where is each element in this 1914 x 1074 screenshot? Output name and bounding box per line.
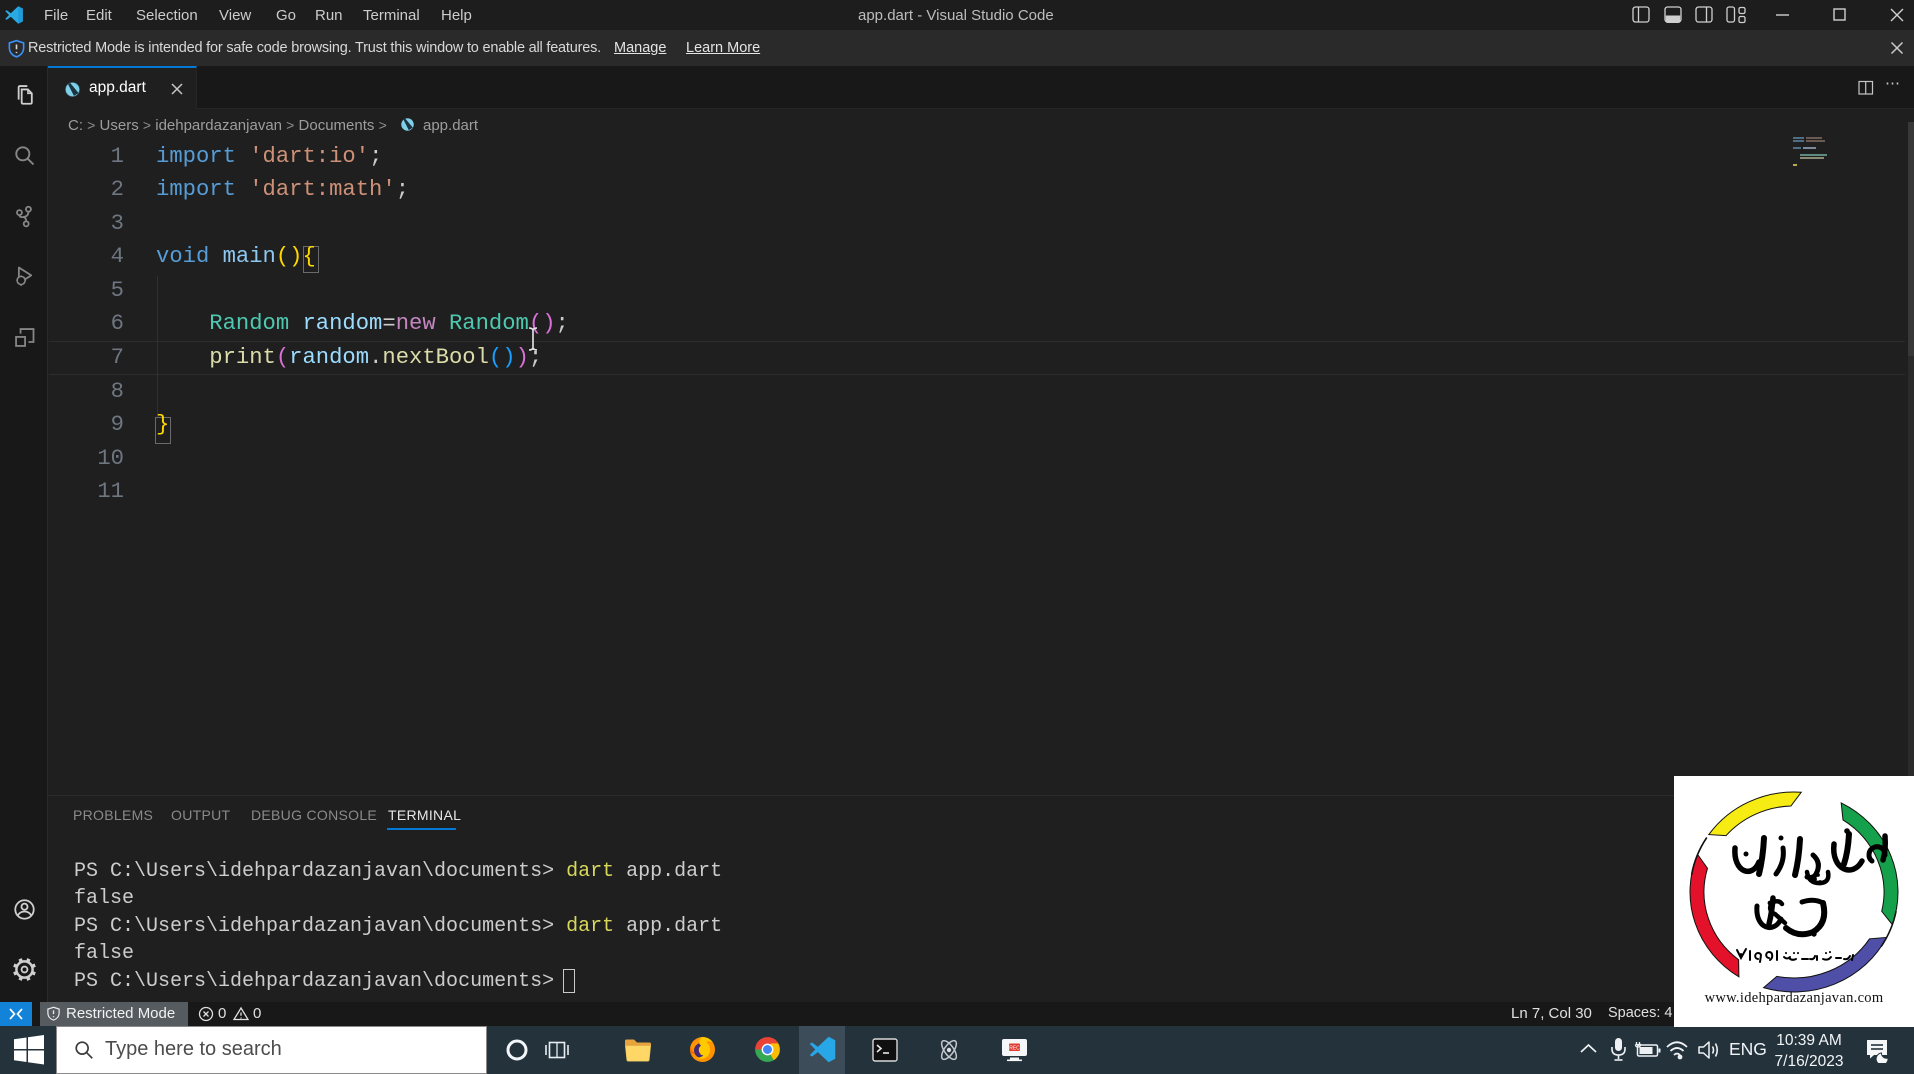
svg-text:www.idehpardazanjavan.com: www.idehpardazanjavan.com (1705, 990, 1884, 1006)
svg-text:REC: REC (1009, 1045, 1020, 1051)
